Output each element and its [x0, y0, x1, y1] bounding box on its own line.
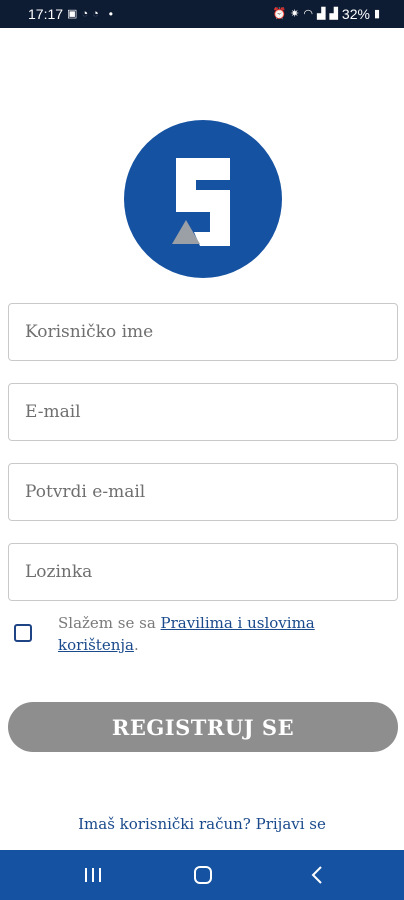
terms-checkbox[interactable] [14, 624, 32, 642]
login-link[interactable]: Imaš korisnički račun? Prijavi se [0, 815, 404, 833]
brand-logo-icon [124, 120, 282, 278]
username-field[interactable] [8, 303, 398, 361]
terms-suffix: . [133, 636, 139, 654]
status-time: 17:17 [28, 6, 64, 22]
confirm-email-input[interactable] [9, 464, 397, 520]
terms-text: Slažem se sa Pravilima i uslovima korišt… [58, 612, 388, 656]
alarm-icon: ⏰ [272, 8, 287, 20]
password-input[interactable] [9, 544, 397, 600]
register-button[interactable]: REGISTRUJ SE [8, 702, 398, 752]
signal-icon: ▟ [329, 8, 338, 20]
back-icon[interactable] [302, 862, 332, 888]
status-bar: 17:17 ▣ ◔ ◔ • ⏰ ✷ ◠ ▟ ▟ 32% ▮ [0, 0, 404, 28]
navigation-bar [0, 850, 404, 900]
battery-icon: ▮ [373, 8, 380, 20]
email-field[interactable] [8, 383, 398, 441]
terms-row: Slažem se sa Pravilima i uslovima korišt… [14, 612, 394, 660]
username-input[interactable] [9, 304, 397, 360]
email-input[interactable] [9, 384, 397, 440]
vibrate-icon: ✷ [290, 8, 300, 20]
signal-icon: ▟ [316, 8, 326, 20]
viber-icon: ◔ [92, 8, 99, 20]
password-field[interactable] [8, 543, 398, 601]
terms-prefix: Slažem se sa [58, 614, 161, 632]
confirm-email-field[interactable] [8, 463, 398, 521]
wifi-icon: ◠ [303, 8, 313, 20]
viber-icon: ◔ [81, 8, 89, 20]
battery-level: 32% [341, 6, 370, 22]
home-icon[interactable] [188, 862, 218, 888]
notification-dot-icon: • [108, 7, 113, 21]
recent-apps-icon[interactable] [78, 862, 108, 888]
image-icon: ▣ [67, 8, 78, 20]
